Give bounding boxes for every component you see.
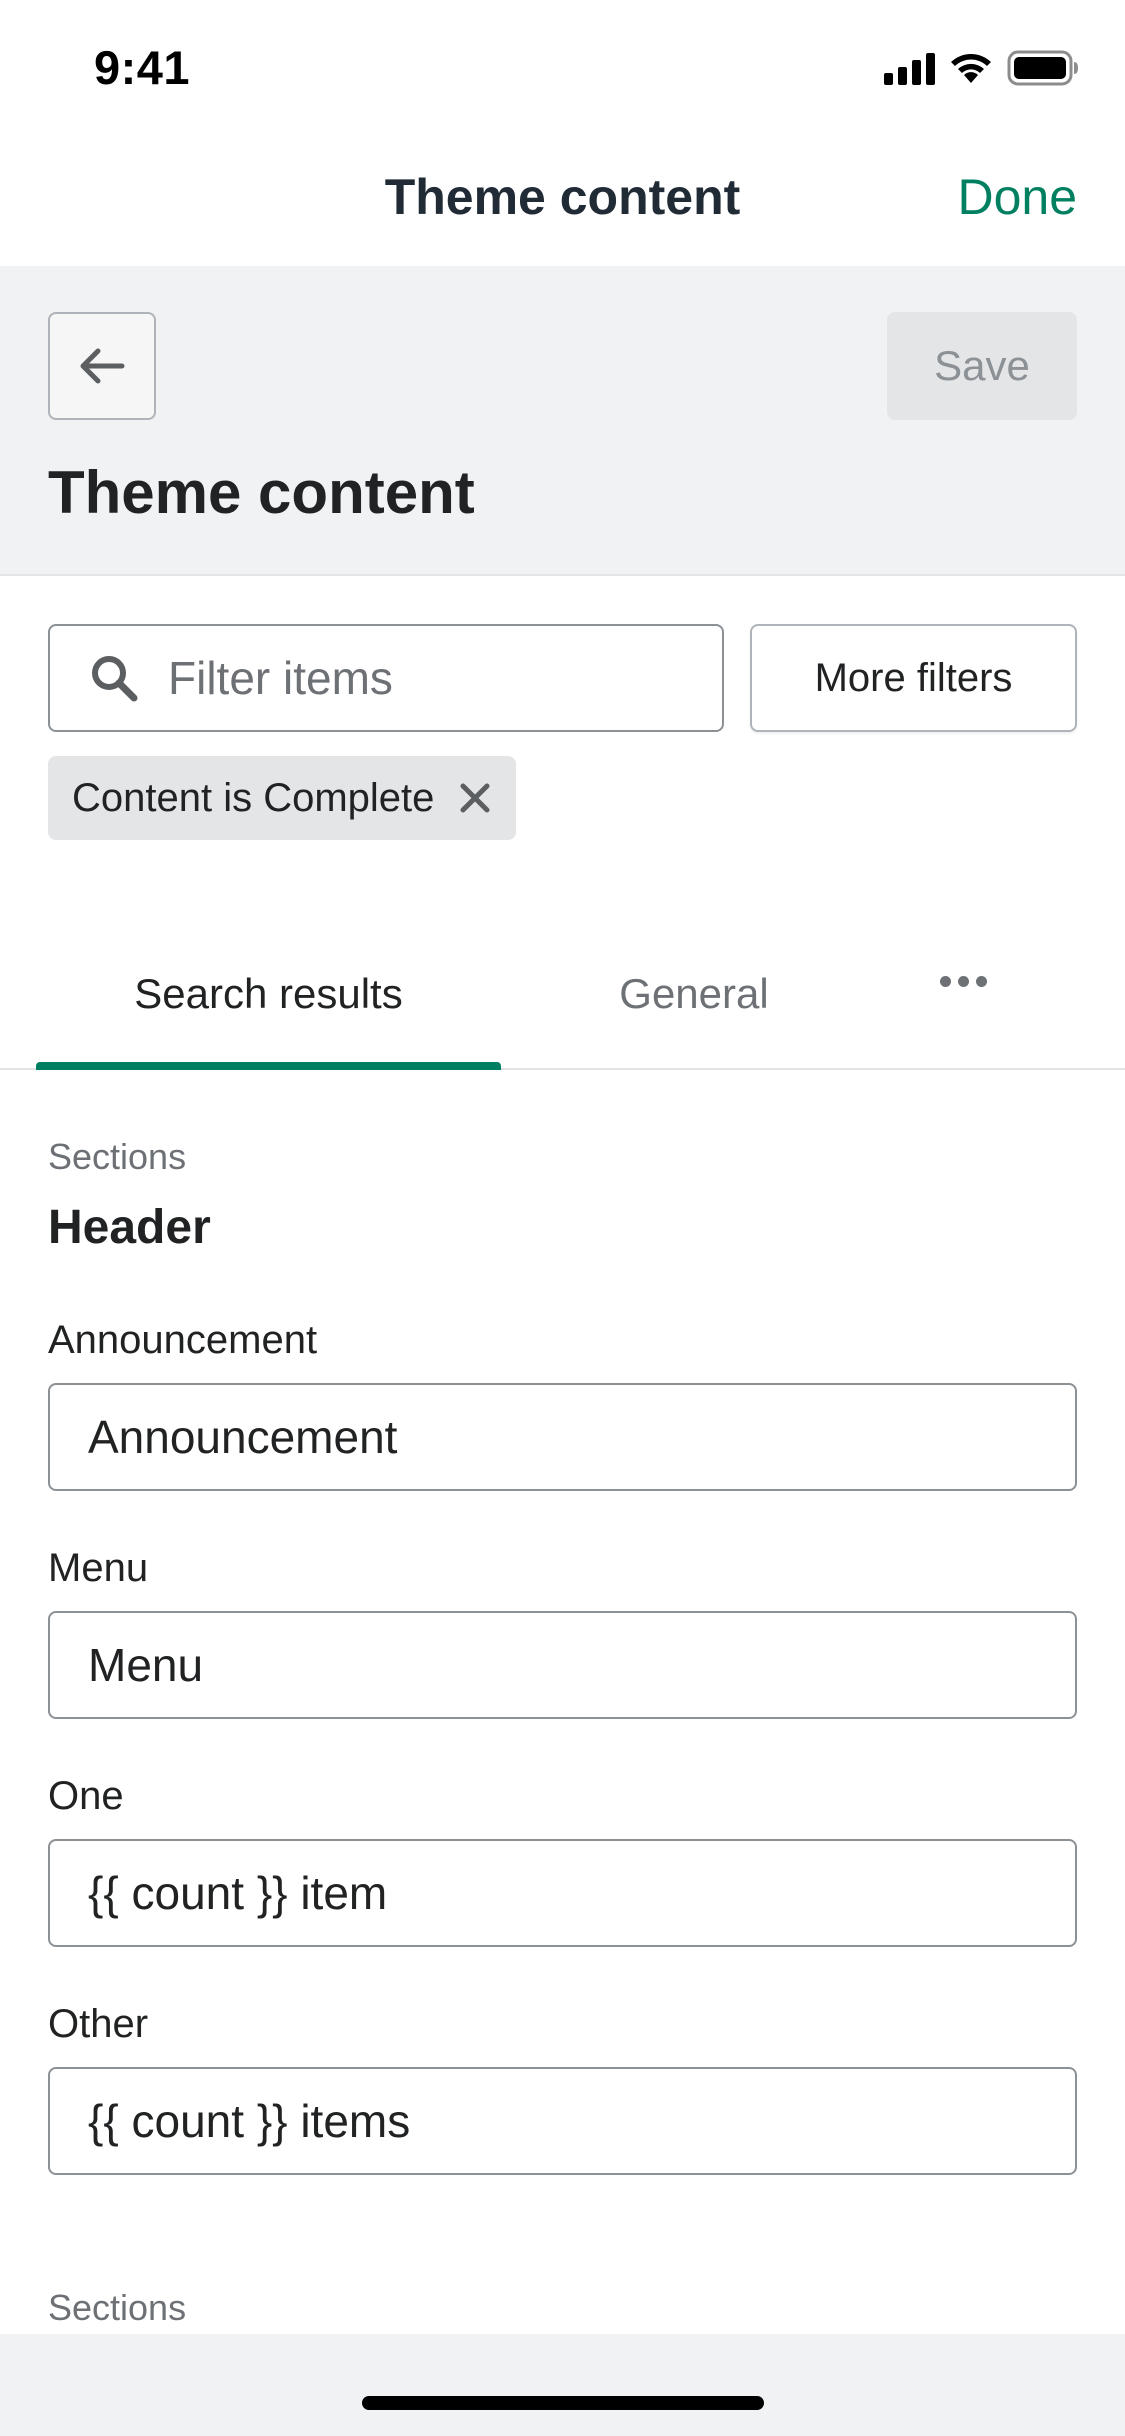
tab-general[interactable]: General	[560, 970, 828, 1018]
field-label-one: One	[48, 1774, 124, 1818]
remove-filter-button[interactable]	[458, 781, 492, 815]
signal-icon	[884, 51, 935, 85]
arrow-left-icon	[80, 348, 125, 384]
back-button[interactable]	[48, 312, 156, 420]
other-input[interactable]	[48, 2067, 1077, 2175]
tab-search-results[interactable]: Search results	[36, 970, 501, 1018]
more-filters-button[interactable]: More filters	[750, 624, 1077, 732]
battery-icon	[1007, 50, 1078, 86]
search-icon	[88, 652, 140, 704]
announcement-input[interactable]	[48, 1383, 1077, 1491]
status-bar: 9:41	[0, 0, 1125, 134]
navbar: Theme content Done	[0, 134, 1125, 266]
section-heading: Header	[48, 1201, 211, 1254]
nav-title: Theme content	[384, 169, 741, 225]
tabs: Search results General	[0, 920, 1125, 1070]
field-label-other: Other	[48, 2002, 149, 2046]
applied-filter-label: Content is Complete	[72, 775, 435, 820]
more-horizontal-icon[interactable]	[940, 976, 987, 987]
bottom-bar	[0, 2334, 1125, 2436]
status-icons	[884, 50, 1079, 86]
next-section-label: Sections	[48, 2287, 187, 2328]
done-button[interactable]: Done	[957, 168, 1077, 226]
save-button[interactable]: Save	[887, 312, 1077, 420]
one-input[interactable]	[48, 1839, 1077, 1947]
page-title: Theme content	[48, 459, 475, 526]
status-time: 9:41	[94, 41, 191, 94]
menu-input[interactable]	[48, 1611, 1077, 1719]
wifi-icon	[951, 54, 991, 83]
page-header: Save Theme content	[0, 266, 1125, 576]
close-icon	[460, 783, 490, 813]
field-label-announcement: Announcement	[48, 1318, 318, 1362]
section-label: Sections	[48, 1136, 187, 1177]
selected-tab-indicator	[36, 1062, 501, 1070]
filter-search-field[interactable]	[48, 624, 724, 732]
home-indicator[interactable]	[362, 2396, 764, 2410]
applied-filter-tag: Content is Complete	[48, 756, 517, 840]
filter-items-input[interactable]	[168, 651, 668, 705]
field-label-menu: Menu	[48, 1546, 149, 1590]
screen: 9:41 Theme content Done Save Theme conte…	[0, 0, 1125, 2436]
